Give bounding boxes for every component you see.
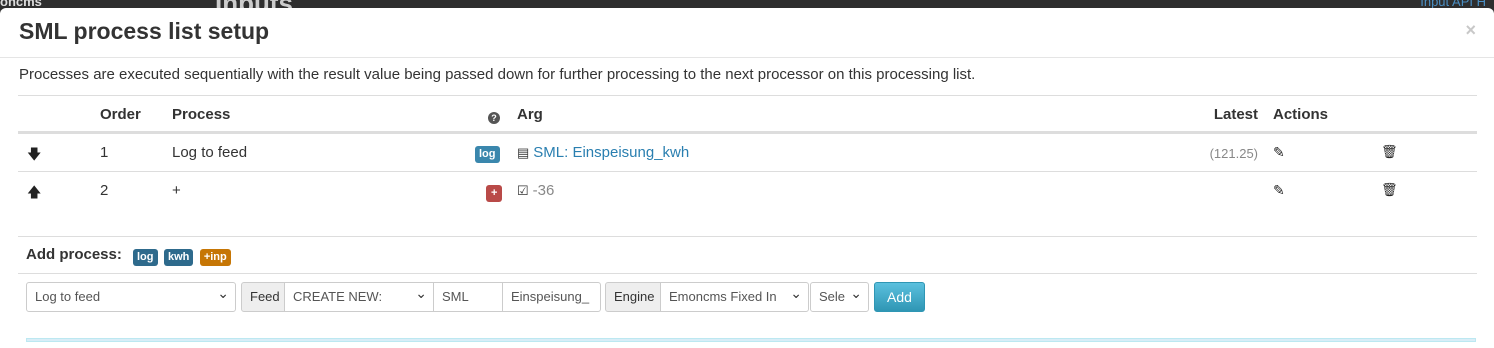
row-arg: ▤ SML: Einspeisung_kwh	[517, 144, 689, 161]
modal-description: Processes are executed sequentially with…	[19, 66, 976, 83]
header-order: Order	[100, 106, 141, 123]
add-process-badges: log kwh +inp	[133, 247, 233, 266]
table-row: 🡇 1 Log to feed log ▤ SML: Einspeisung_kw…	[18, 133, 1477, 171]
badge-log: log	[133, 249, 158, 266]
row-latest-value: (121.25)	[1209, 146, 1258, 161]
modal-title: SML process list setup	[19, 18, 270, 44]
add-process-label: Add process:	[26, 246, 122, 263]
row-arg: ☑ -36	[517, 182, 554, 199]
badge-kwh: kwh	[163, 249, 194, 266]
process-type-badge: +	[486, 183, 503, 202]
add-button[interactable]: Add	[874, 282, 925, 312]
interval-select[interactable]: Sele	[810, 282, 869, 312]
feed-link[interactable]: SML: Einspeisung_kwh	[533, 144, 689, 161]
feed-name-input[interactable]: Einspeisung_	[502, 282, 601, 312]
process-type-badge: log	[475, 144, 500, 163]
edit-icon[interactable]: ✎	[1273, 144, 1285, 161]
edit-icon[interactable]: ✎	[1273, 182, 1285, 199]
engine-select[interactable]: Emoncms Fixed In	[660, 282, 809, 312]
edit-value-icon: ☑	[517, 183, 529, 198]
row-process: +	[172, 182, 181, 199]
help-icon[interactable]: ?	[488, 108, 500, 125]
modal-header: SML process list setup ×	[0, 8, 1494, 58]
process-select[interactable]: Log to feed	[26, 282, 236, 312]
feed-label: Feed	[241, 282, 285, 312]
move-up-icon[interactable]: 🡅	[27, 182, 41, 206]
move-down-icon[interactable]: 🡇	[27, 144, 41, 168]
table-row: 🡅 2 + + ☑ -36 ✎ 🗑	[18, 171, 1477, 209]
row-process: Log to feed	[172, 144, 248, 161]
row-order: 1	[100, 144, 109, 161]
header-actions: Actions	[1273, 106, 1329, 123]
close-icon[interactable]: ×	[1465, 20, 1476, 41]
trash-icon[interactable]: 🗑	[1381, 144, 1398, 160]
badge-inp: +inp	[199, 249, 231, 266]
arg-value: -36	[532, 182, 555, 199]
process-table: Order Process ? Arg Latest Actions 🡇 1 L…	[18, 95, 1477, 209]
engine-label: Engine	[605, 282, 661, 312]
feed-select[interactable]: CREATE NEW:	[284, 282, 434, 312]
add-process-section: Add process: log kwh +inp	[18, 236, 1477, 274]
header-latest: Latest	[1213, 106, 1258, 123]
feed-tag-input[interactable]: SML	[433, 282, 503, 312]
info-alert	[26, 338, 1476, 342]
row-order: 2	[100, 182, 109, 199]
list-icon: ▤	[517, 145, 530, 160]
trash-icon[interactable]: 🗑	[1381, 182, 1398, 198]
header-process: Process	[172, 106, 231, 123]
table-header-row: Order Process ? Arg Latest Actions	[18, 95, 1477, 133]
header-arg: Arg	[517, 106, 543, 123]
